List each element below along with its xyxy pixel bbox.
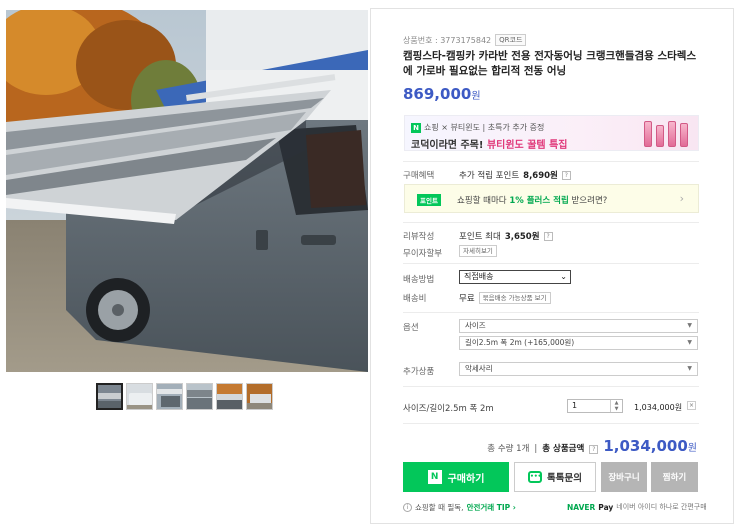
thumbnail-4[interactable] [186,383,213,410]
review-points: 3,650원 [504,232,540,242]
shipping-method-label: 배송방법 [403,275,435,285]
caret-down-icon: ▼ [687,322,692,329]
help-icon[interactable]: ? [543,231,553,241]
qty-down-icon[interactable]: ▼ [611,406,622,412]
shipping-fee-label: 배송비 [403,294,427,304]
addon-label: 추가상품 [403,367,435,377]
promo-line1: N 쇼핑 × 뷰티윈도 | 초특가 추가 증정 [411,122,544,133]
thumbnail-2[interactable] [126,383,153,410]
divider [403,386,699,387]
benefits-points: 8,690원 [523,171,558,181]
shipping-method-select[interactable]: 직접배송 ⌄ [459,270,571,284]
size-selected-option[interactable]: 길이2.5m 폭 2m (+165,000원) ▼ [459,336,698,350]
product-id: 상품번호 : 3773175842 [403,35,492,45]
help-icon[interactable]: ? [589,445,599,454]
divider [403,222,699,223]
bundle-shipping-button[interactable]: 묶음배송 가능상품 보기 [478,292,551,304]
buy-button[interactable]: N 구매하기 [403,462,509,492]
product-price: 869,000원 [403,85,481,103]
promo-line2: 코덕이라면 주목! 뷰티윈도 꿀템 특집 [411,136,568,151]
promo-line2-prefix: 코덕이라면 주목! [411,140,484,151]
review-value: 포인트 최대 3,650원 ? [459,230,553,242]
thumbnail-1[interactable] [96,383,123,410]
price-unit: 원 [471,91,481,102]
thumbnail-5[interactable] [216,383,243,410]
chevron-down-icon: ⌄ [560,272,567,281]
promo-line2-highlight: 뷰티윈도 꿀템 특집 [486,140,568,151]
total-row: 총 수량 1개 | 총 상품금액 ? 1,034,000원 [487,437,697,455]
naver-logo: NAVER [567,502,596,512]
product-id-row: 상품번호 : 3773175842 QR코드 [403,34,527,46]
size-select[interactable]: 사이즈 ▼ [459,319,698,333]
chevron-right-icon: › [679,192,684,205]
naver-n-icon: N [427,470,442,484]
product-info-panel: 상품번호 : 3773175842 QR코드 캠핑스타-캠핑카 카라반 전용 전… [370,8,734,524]
caret-down-icon: ▼ [687,365,692,372]
product-main-image [6,10,368,372]
chat-bubble-icon: ••• [528,471,543,483]
divider [403,312,699,313]
promo-line1-text: 쇼핑 × 뷰티윈도 | 초특가 추가 증정 [424,123,545,132]
wishlist-button[interactable]: 찜하기 [651,462,698,492]
selected-item-price: 1,034,000원 [634,403,683,412]
point-badge: 포인트 [417,194,441,206]
thumbnail-strip [96,383,273,410]
promo-banner[interactable]: N 쇼핑 × 뷰티윈도 | 초특가 추가 증정 코덕이라면 주목! 뷰티윈도 꿀… [404,115,699,151]
thumbnail-3[interactable] [156,383,183,410]
installment-detail-button[interactable]: 자세히보기 [459,245,497,257]
talktalk-inquiry-button[interactable]: ••• 톡톡문의 [514,462,596,492]
total-qty: 총 수량 1개 [487,444,530,454]
installment-label: 무이자할부 [403,249,443,259]
benefits-label: 구매혜택 [403,171,435,181]
divider [403,423,699,424]
point-plus-banner[interactable]: 포인트 쇼핑할 때마다 1% 플러스 적립 받으려면? › [404,184,699,213]
safe-trade-tip-link[interactable]: 안전거래 TIP › [467,502,516,513]
naver-pay-note: NAVER Pay 네이버 아이디 하나로 간편구매 [567,502,707,512]
addon-select[interactable]: 악세사리 ▼ [459,362,698,376]
total-amount: 1,034,000원 [603,437,697,455]
divider [403,263,699,264]
info-icon: i [403,503,412,512]
review-label: 리뷰작성 [403,232,435,242]
total-label: 총 상품금액 [542,444,585,454]
help-icon[interactable]: ? [561,170,571,180]
thumbnail-6[interactable] [246,383,273,410]
divider [403,161,699,162]
shipping-fee: 무료 [459,294,475,304]
naver-n-icon: N [411,122,421,133]
caret-down-icon: ▼ [687,339,692,346]
benefits-value: 추가 적립 포인트 8,690원 ? [459,169,571,181]
safe-trade-tip: i 쇼핑할 때 필독, 안전거래 TIP › [403,502,516,513]
installment-value: 자세히보기 [459,245,497,257]
quantity-input[interactable]: 1 [568,400,610,412]
price-value: 869,000 [403,85,472,103]
options-label: 옵션 [403,323,419,333]
benefits-text: 추가 적립 포인트 [459,171,520,181]
point-banner-text: 쇼핑할 때마다 1% 플러스 적립 받으려면? [457,196,608,206]
cosmetic-bottles-image [644,121,688,147]
product-title: 캠핑스타-캠핑카 카라반 전용 전자동어닝 크랭크핸들겸용 스타렉스에 가로바 … [403,50,697,77]
shipping-fee-value: 무료 묶음배송 가능상품 보기 [459,292,551,304]
qr-code-button[interactable]: QR코드 [495,34,527,46]
quantity-stepper[interactable]: 1 ▲ ▼ [567,399,623,413]
remove-item-icon[interactable]: × [687,401,696,410]
cart-button[interactable]: 장바구니 [601,462,647,492]
